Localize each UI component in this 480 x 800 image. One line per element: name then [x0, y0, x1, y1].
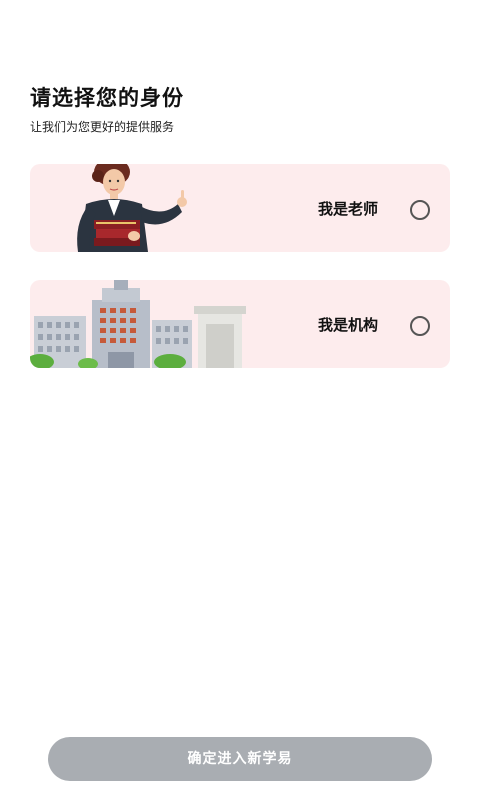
teacher-option-label: 我是老师	[317, 200, 378, 218]
teacher-illustration	[77, 164, 187, 252]
identity-select-page: 请选择您的身份 让我们为您更好的提供服务 我是老师 我是机构 确定进入新学易	[0, 0, 480, 800]
page-title: 请选择您的身份	[30, 86, 184, 110]
building-illustration	[30, 280, 246, 368]
teacher-radio-button[interactable]	[410, 200, 430, 220]
confirm-enter-button[interactable]: 确定进入新学易	[48, 737, 432, 781]
organization-option-label: 我是机构	[317, 316, 378, 334]
teacher-option-card[interactable]: 我是老师	[30, 164, 450, 252]
organization-radio-button[interactable]	[410, 316, 430, 336]
organization-option-card[interactable]: 我是机构	[30, 280, 450, 368]
page-subtitle: 让我们为您更好的提供服务	[30, 120, 175, 134]
